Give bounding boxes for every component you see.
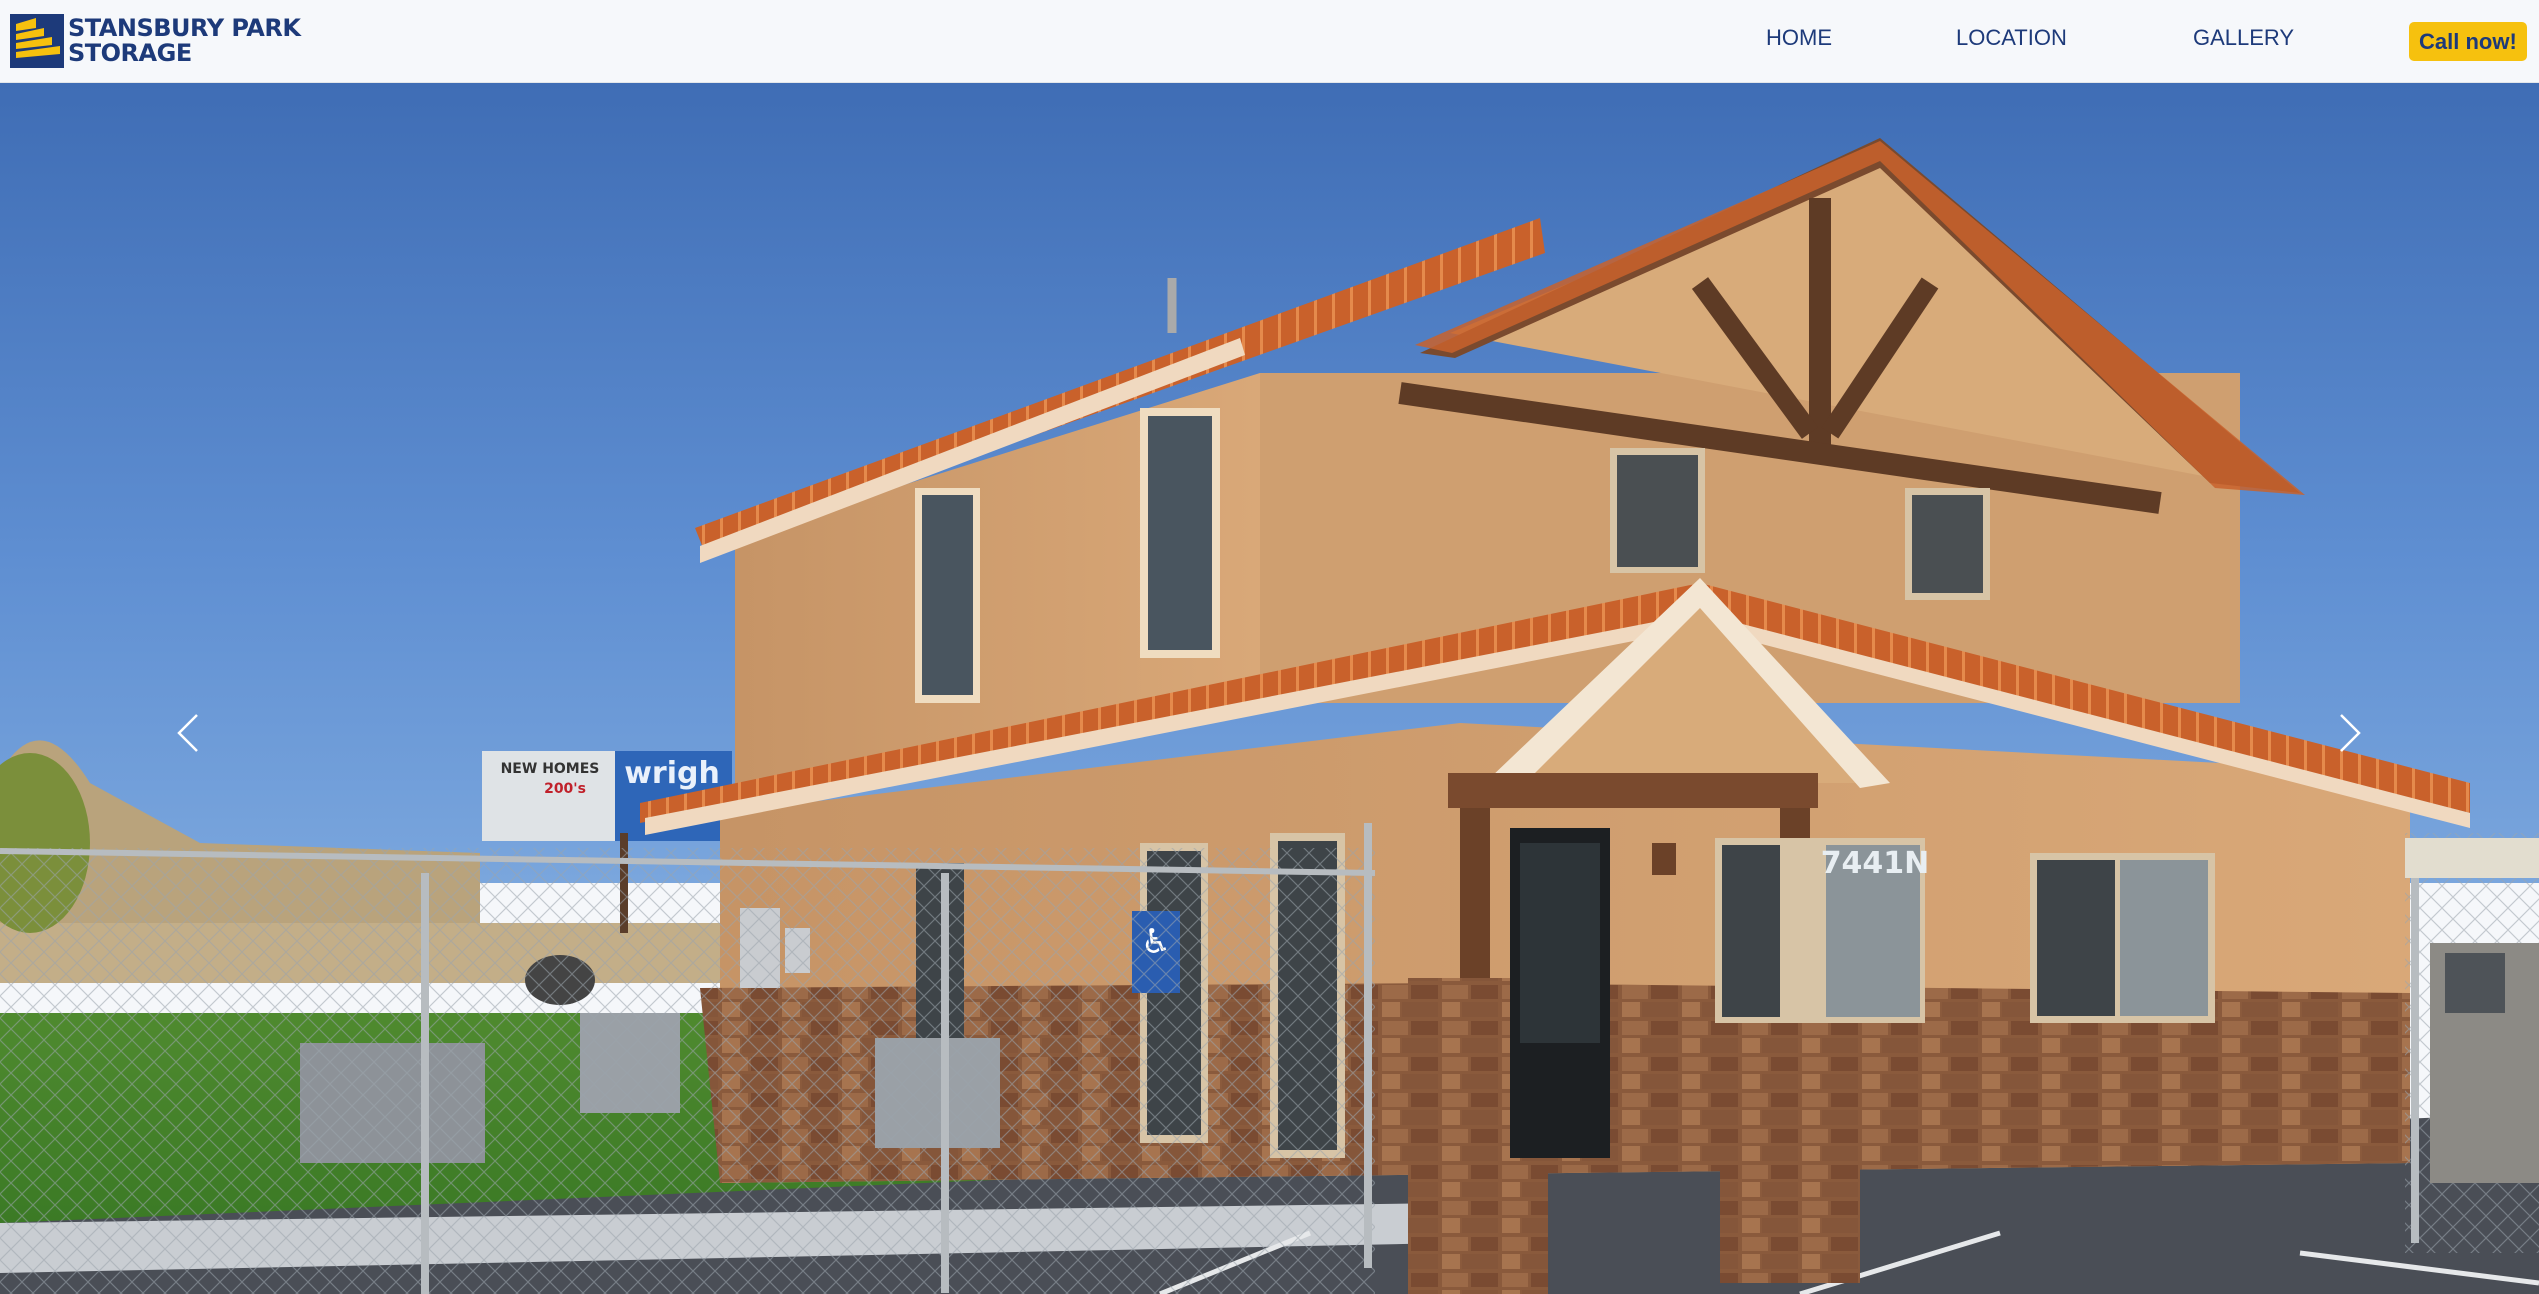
nav-location[interactable]: LOCATION	[1956, 25, 2067, 51]
brand-logo[interactable]: STANSBURY PARK STORAGE	[10, 14, 301, 68]
stripes-logo-icon	[10, 14, 64, 68]
site-header: STANSBURY PARK STORAGE HOME LOCATION GAL…	[0, 0, 2539, 83]
billboard-text: NEW HOMES	[501, 761, 600, 777]
carousel-prev-button[interactable]	[168, 703, 208, 763]
brand-name: STANSBURY PARK STORAGE	[68, 14, 301, 67]
nav-gallery[interactable]: GALLERY	[2193, 25, 2294, 51]
billboard-price: 200's	[544, 781, 586, 797]
brand-line-2: STORAGE	[68, 39, 192, 67]
hero-photo-storage-office: NEW HOMES 200's wrigh 7441N	[0, 83, 2539, 1294]
call-now-button[interactable]: Call now!	[2409, 22, 2527, 61]
billboard-brand: wrigh	[624, 756, 720, 791]
nav-home[interactable]: HOME	[1766, 25, 1832, 51]
chevron-right-icon	[2340, 714, 2361, 752]
carousel-next-button[interactable]	[2330, 703, 2370, 763]
hero-carousel: NEW HOMES 200's wrigh 7441N	[0, 83, 2539, 1294]
chevron-left-icon	[177, 714, 198, 752]
address-number: 7441N	[1821, 846, 1930, 881]
brand-line-1: STANSBURY PARK	[68, 14, 301, 42]
